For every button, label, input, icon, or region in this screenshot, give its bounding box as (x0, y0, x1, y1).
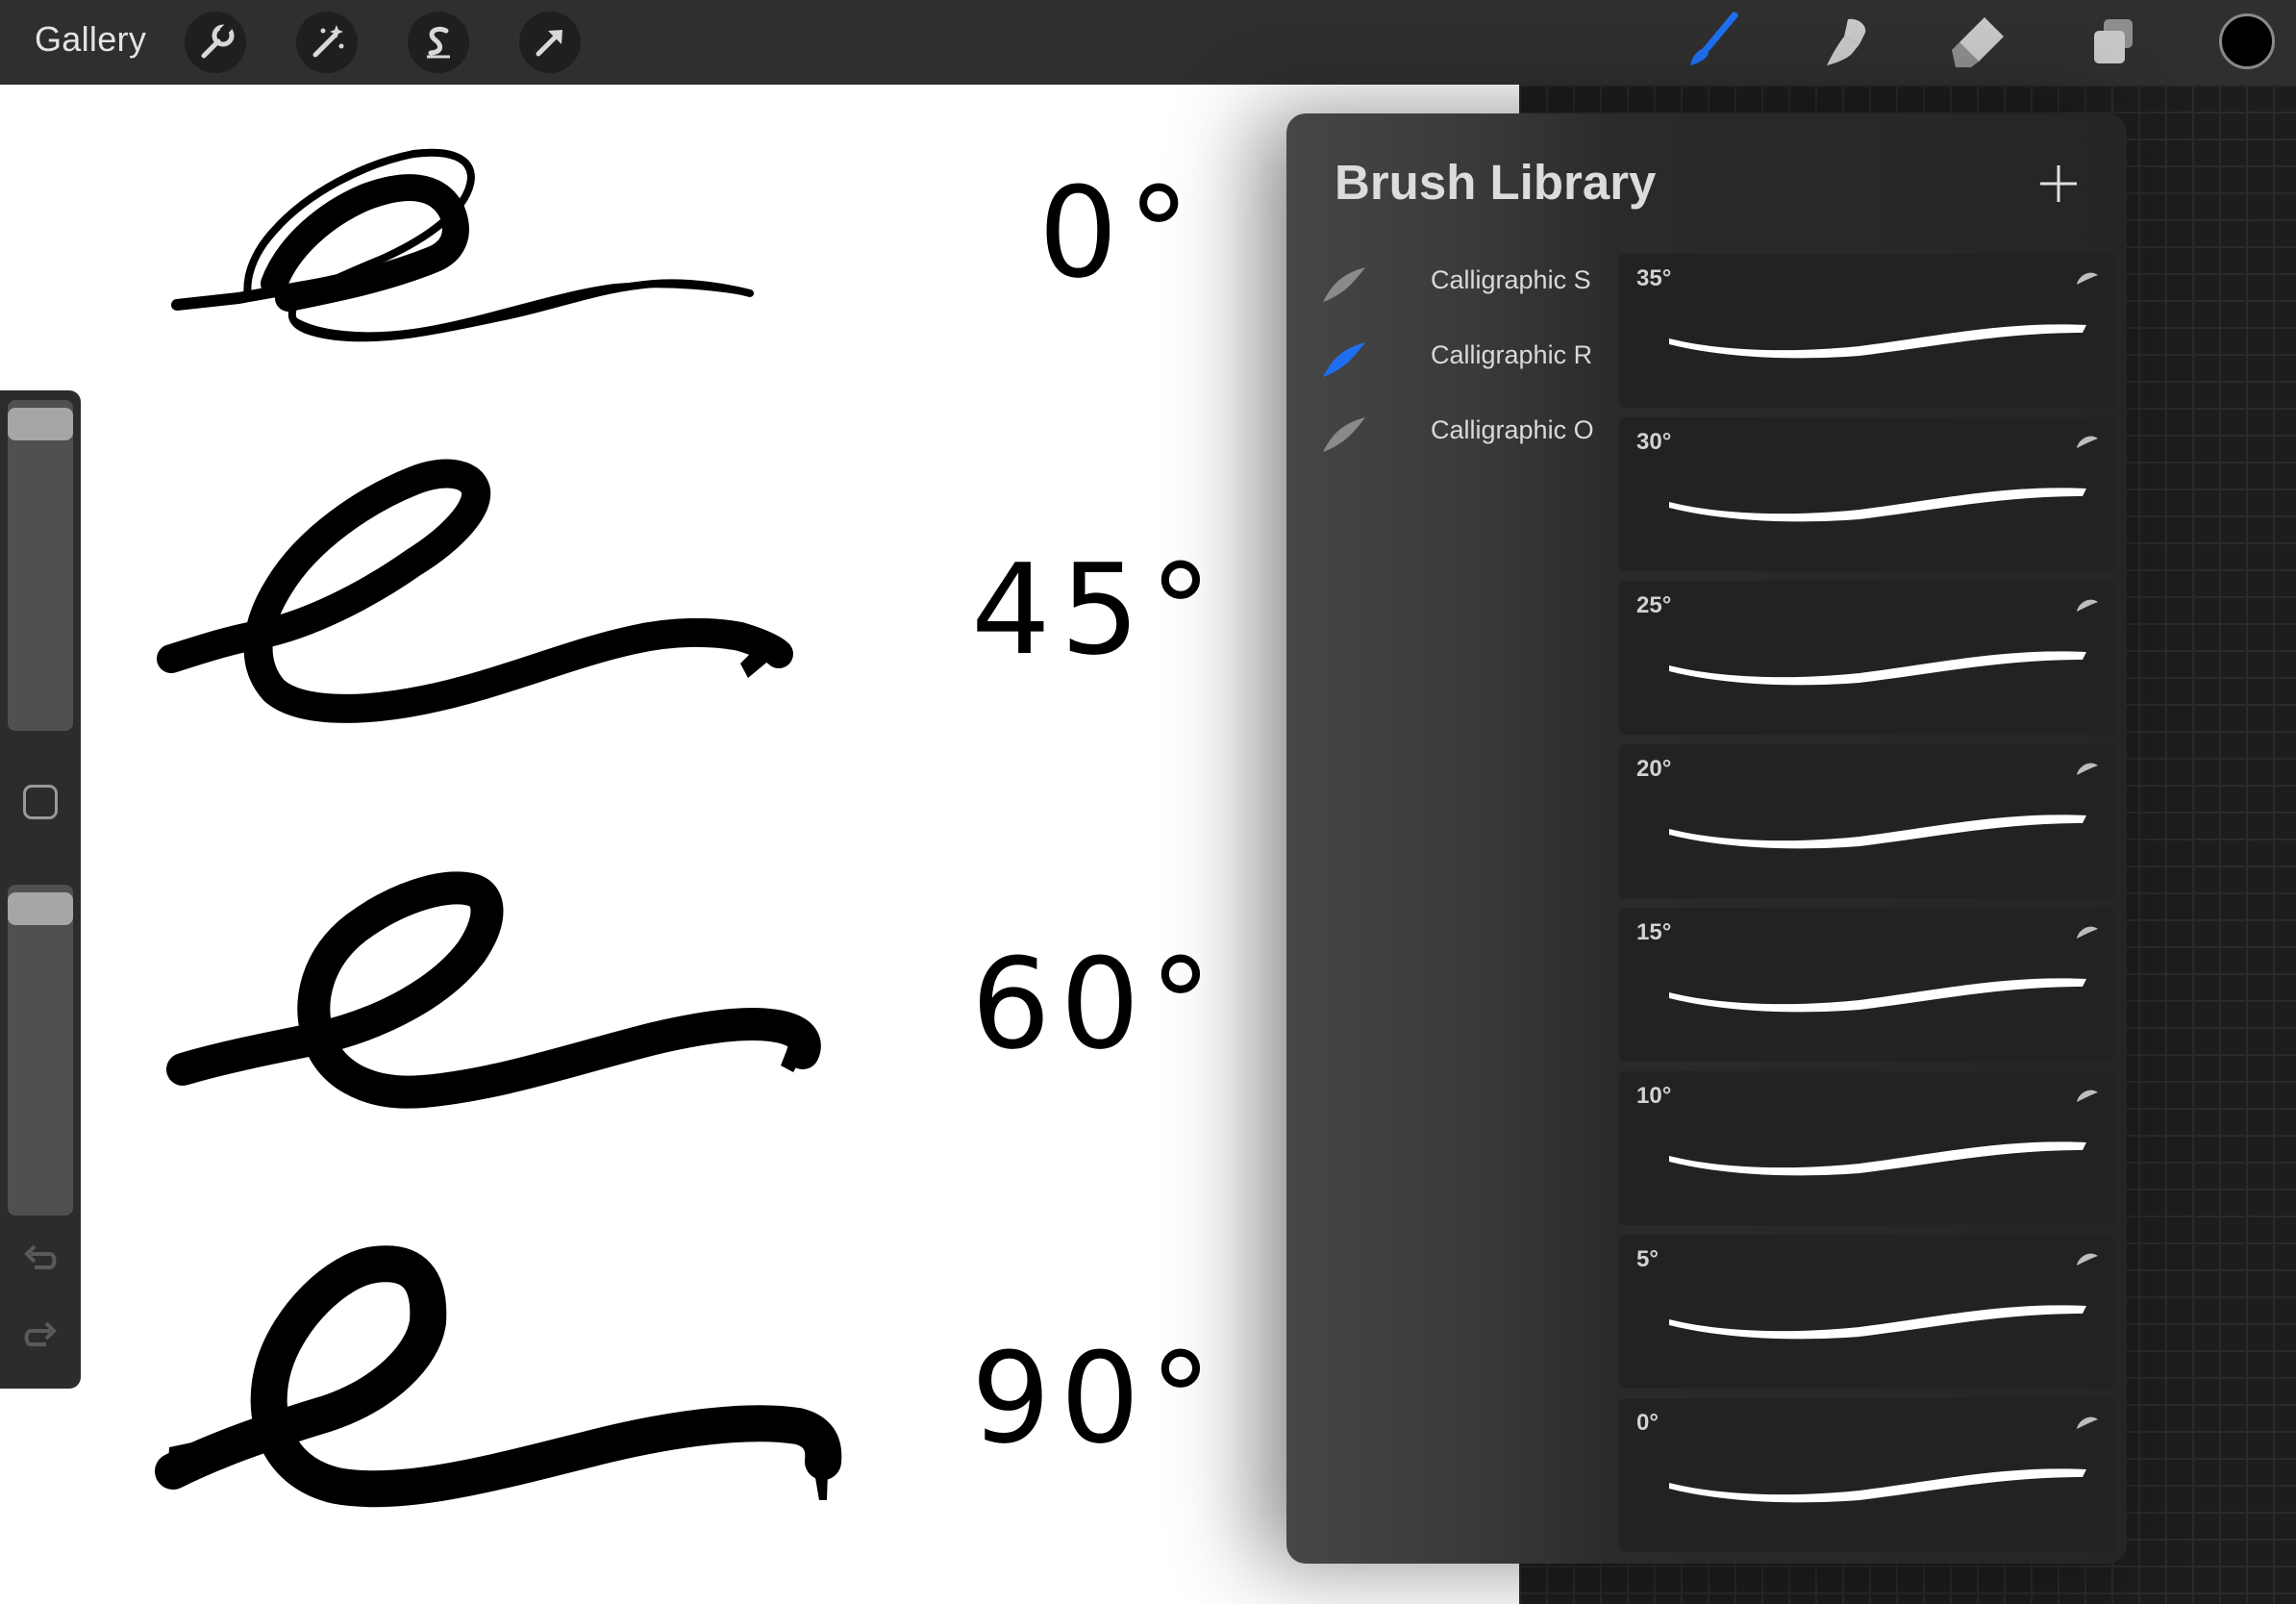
brush-stroke-preview (1669, 926, 2098, 1013)
calligraphy-pen-icon (2077, 926, 2098, 939)
layers-tool-button[interactable] (2077, 6, 2150, 79)
eraser-icon (1952, 17, 2004, 67)
panel-title: Brush Library (1335, 155, 1657, 210)
modify-button[interactable] (23, 785, 58, 819)
arrow-icon (536, 30, 562, 57)
wrench-icon (201, 22, 235, 59)
calligraphy-stroke-0 (171, 148, 754, 342)
opacity-thumb[interactable] (8, 892, 73, 925)
brush-stroke-preview (1669, 1090, 2098, 1176)
brush-item[interactable]: 35° (1619, 254, 2115, 408)
brush-size-slider[interactable] (8, 400, 73, 731)
brush-set-icon (1323, 342, 1365, 377)
brush-item[interactable]: 5° (1619, 1235, 2115, 1389)
brush-stroke-preview (1669, 1253, 2098, 1340)
opacity-slider[interactable] (8, 885, 73, 1216)
canvas-label-90: 90° (971, 1325, 1222, 1471)
brush-item[interactable]: 10° (1619, 1071, 2115, 1225)
calligraphy-stroke-90 (155, 1245, 842, 1508)
calligraphy-pen-icon (2077, 763, 2098, 775)
gallery-button[interactable]: Gallery (35, 19, 146, 60)
brush-set-icon (1323, 267, 1365, 302)
left-sidebar (0, 390, 81, 1389)
transform-button[interactable] (519, 12, 581, 73)
redo-icon[interactable] (21, 1317, 60, 1356)
brush-set-icon (1323, 417, 1365, 452)
calligraphy-stroke-45 (157, 459, 793, 723)
brush-stroke-preview (1669, 272, 2098, 359)
actions-button[interactable] (185, 12, 246, 73)
brush-stroke-preview (1669, 1416, 2098, 1503)
brush-set-item[interactable]: Calligraphic S (1315, 258, 1604, 315)
smudge-tool-button[interactable] (1809, 6, 1883, 79)
calligraphy-pen-icon (2077, 436, 2098, 448)
brush-size-thumb[interactable] (8, 408, 73, 440)
undo-icon[interactable] (21, 1241, 60, 1279)
calligraphy-stroke-60 (166, 871, 821, 1109)
color-picker-button[interactable] (2219, 13, 2275, 69)
brush-item[interactable]: 0° (1619, 1398, 2115, 1552)
top-toolbar: Gallery (0, 0, 2296, 85)
brush-stroke-preview (1669, 599, 2098, 686)
eraser-tool-button[interactable] (1942, 6, 2015, 79)
canvas-label-60: 60° (971, 931, 1222, 1077)
brush-stroke-preview (1669, 436, 2098, 522)
adjustments-button[interactable] (296, 12, 358, 73)
brush-icon (1690, 12, 1738, 65)
magic-wand-icon (312, 25, 344, 58)
brush-item[interactable]: 15° (1619, 908, 2115, 1062)
selection-button[interactable] (408, 12, 469, 73)
canvas-label-0: 0° (1038, 160, 1200, 306)
canvas-label-45: 45° (971, 537, 1222, 683)
calligraphy-pen-icon (2077, 1090, 2098, 1102)
brush-tool-button[interactable] (1677, 6, 1750, 79)
brush-set-item[interactable]: Calligraphic R (1315, 333, 1604, 390)
brush-set-label: Calligraphic O (1431, 415, 1594, 444)
brush-item[interactable]: 20° (1619, 744, 2115, 898)
calligraphy-pen-icon (2077, 272, 2098, 285)
brush-set-label: Calligraphic S (1431, 265, 1591, 294)
calligraphy-pen-icon (2077, 599, 2098, 612)
brush-set-label: Calligraphic R (1431, 340, 1593, 369)
brush-library-panel: Brush Library Calligraphic S Calligraphic… (1286, 113, 2127, 1564)
brush-set-item[interactable]: Calligraphic O (1315, 408, 1604, 465)
selection-icon (427, 26, 450, 59)
brush-stroke-preview (1669, 763, 2098, 849)
brush-item[interactable]: 25° (1619, 581, 2115, 735)
calligraphy-pen-icon (2077, 1416, 2098, 1429)
smudge-icon (1827, 18, 1866, 65)
calligraphy-pen-icon (2077, 1253, 2098, 1266)
brush-item[interactable]: 30° (1619, 417, 2115, 571)
layers-icon (2094, 19, 2133, 63)
add-brush-button[interactable] (2034, 160, 2083, 208)
plus-icon (2040, 165, 2077, 202)
